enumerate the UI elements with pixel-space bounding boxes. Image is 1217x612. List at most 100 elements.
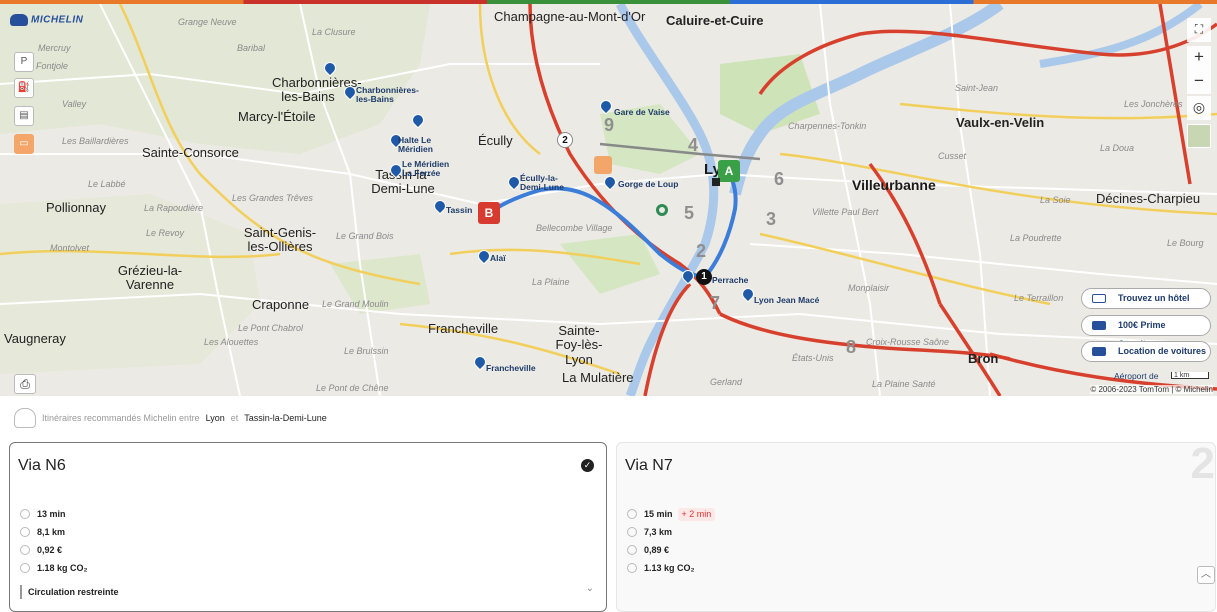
place-label: La Clusure — [312, 27, 356, 37]
map-scale: 1 km — [1171, 370, 1209, 379]
station-label: Écully-la-Demi-Lune — [520, 173, 564, 193]
fullscreen-button[interactable]: ⛶ — [1187, 18, 1211, 42]
route-title: Via N6 — [18, 457, 66, 474]
city-label: Villeurbanne — [852, 177, 936, 193]
co2-stat: 1.13 kg CO₂ — [627, 559, 715, 577]
cost-icon — [20, 545, 30, 555]
print-button[interactable]: ⎙ — [14, 374, 36, 394]
geolocate-button[interactable]: ◎ — [1187, 96, 1211, 120]
city-label: Marcy-l'Étoile — [238, 109, 316, 124]
district-number: 9 — [604, 115, 615, 135]
airport-label: Aéroport de — [1114, 371, 1159, 381]
place-label: Charpennes-Tonkin — [788, 121, 867, 131]
carpool-bonus-button[interactable]: 100€ Prime Covoiturage — [1081, 315, 1211, 349]
waypoint-marker[interactable]: 2 — [557, 132, 573, 148]
fuel-layer-button[interactable]: ⛽ — [14, 78, 34, 98]
city-label: Saint-Genis-les-Ollières — [243, 225, 317, 255]
station-label: Halte Le Méridien — [398, 135, 433, 155]
city-label: Sainte-Consorce — [142, 145, 239, 160]
cost-stat: 0,89 € — [627, 541, 715, 559]
city-label: Décines-Charpieu — [1096, 191, 1201, 206]
cost-icon — [627, 545, 637, 555]
place-label: Le Bourg — [1167, 238, 1204, 248]
car-rental-button[interactable]: Location de voitures — [1081, 341, 1211, 362]
place-label: Le Brulssin — [344, 346, 389, 356]
distance-stat: 8,1 km — [20, 523, 88, 541]
station-label: Francheville — [486, 363, 536, 373]
carpool-icon — [1092, 321, 1106, 330]
district-number: 7 — [710, 293, 721, 313]
route-card-via-n6[interactable]: Via N6 ✓ 13 min 8,1 km 0,92 € 1.18 kg CO… — [9, 442, 607, 612]
city-label: Écully — [478, 133, 513, 148]
place-label: États-Unis — [792, 353, 834, 363]
route-stats: 15 min + 2 min 7,3 km 0,89 € 1.13 kg CO₂ — [627, 505, 716, 577]
city-label: Vaulx-en-Velin — [956, 115, 1045, 130]
city-label: Caluire-et-Cuire — [666, 13, 764, 28]
station-label: Perrache — [712, 275, 749, 285]
co2-stat: 1.18 kg CO₂ — [20, 559, 88, 577]
route-card-via-n7[interactable]: Via N7 2 15 min + 2 min 7,3 km 0,89 € 1.1… — [616, 439, 1216, 612]
scroll-to-top-button[interactable]: ︿ — [1197, 566, 1215, 584]
place-label: Les Grandes Trêves — [232, 193, 313, 203]
city-label: Craponne — [252, 297, 310, 312]
place-label: Le Grand Bois — [336, 231, 394, 241]
place-label: Le Labbé — [88, 179, 126, 189]
restricted-traffic-label: Circulation restreinte — [20, 585, 119, 599]
station-label: Charbonnières-les-Bains — [356, 85, 419, 105]
hotel-layer-button[interactable]: ▭ — [14, 134, 34, 154]
traffic-layer-button[interactable]: ▤ — [14, 106, 34, 126]
place-label: Cusset — [938, 151, 967, 161]
city-label: Francheville — [428, 321, 499, 336]
city-label: Champagne-au-Mont-d'Or — [494, 9, 646, 24]
zoom-out-button[interactable]: − — [1187, 70, 1211, 94]
start-point-icon — [712, 178, 720, 186]
route-start-marker[interactable]: A — [718, 160, 740, 182]
place-label: Mercruy — [38, 43, 71, 53]
cost-stat: 0,92 € — [20, 541, 88, 559]
duration-stat: 15 min + 2 min — [627, 505, 716, 523]
duration-stat: 13 min — [20, 505, 88, 523]
city-label: Charbonnières-les-Bains — [272, 75, 362, 105]
place-label: Le Pont Chabrol — [238, 323, 304, 333]
satellite-toggle[interactable] — [1187, 124, 1211, 148]
find-hotel-button[interactable]: Trouvez un hôtel — [1081, 288, 1211, 309]
place-label: La Plaine — [532, 277, 570, 287]
place-label: Les Alouettes — [204, 337, 259, 347]
place-label: Le Pont de Chêne — [316, 383, 389, 393]
route-title: Via N7 — [625, 457, 673, 474]
city-label: Vaugneray — [4, 331, 66, 346]
point-of-interest-icon[interactable] — [656, 204, 668, 216]
city-label: Grézieu-la-Varenne — [117, 263, 183, 293]
place-label: Les Baillardières — [62, 136, 129, 146]
place-label: Le Terraillon — [1014, 293, 1064, 303]
co2-icon — [20, 563, 30, 573]
hotel-icon[interactable] — [594, 156, 612, 174]
place-label: Monplaisir — [848, 283, 890, 293]
delay-badge: + 2 min — [677, 507, 716, 521]
route-rank-number: 2 — [1190, 439, 1215, 488]
clock-icon — [627, 509, 637, 519]
chevron-down-icon[interactable]: ⌄ — [586, 583, 594, 594]
waypoint-marker[interactable]: 1 — [696, 269, 712, 285]
place-label: Le Grand Moulin — [322, 299, 389, 309]
station-label: Gare de Vaise — [614, 107, 670, 117]
station-label: Alaï — [490, 253, 506, 263]
place-label: La Rapoudière — [144, 203, 204, 213]
district-number: 8 — [846, 337, 857, 357]
station-label: Le Méridien La Ferrée — [402, 159, 450, 179]
route-map[interactable]: MICHELIN P ⛽ ▤ ▭ ⎙ ⛶ + − ◎ Grange Neuve … — [0, 4, 1217, 396]
place-label: Les Jonchères — [1124, 99, 1183, 109]
place-label: La Poudrette — [1010, 233, 1062, 243]
route-end-marker[interactable]: B — [478, 202, 500, 224]
place-label: Croix-Rousse Saône — [866, 337, 950, 347]
co2-icon — [627, 563, 637, 573]
station-label: Lyon Jean Macé — [754, 295, 820, 305]
car-icon — [1092, 347, 1106, 356]
distance-icon — [627, 527, 637, 537]
city-label: Pollionnay — [46, 200, 106, 215]
parking-layer-button[interactable]: P — [14, 52, 34, 72]
zoom-in-button[interactable]: + — [1187, 46, 1211, 70]
place-label: Baribal — [237, 43, 266, 53]
place-label: Saint-Jean — [955, 83, 999, 93]
michelin-logo[interactable]: MICHELIN — [10, 14, 83, 26]
